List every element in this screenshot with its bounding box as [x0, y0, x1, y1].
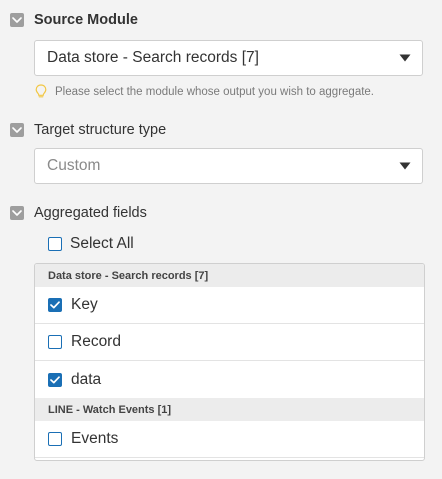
chevron-down-icon: [12, 17, 22, 23]
checkmark-icon: [50, 301, 60, 309]
field-label-data: data: [71, 370, 102, 388]
checkmark-icon: [50, 375, 60, 383]
source-module-value: Data store - Search records [7]: [47, 49, 259, 66]
select-all-checkbox[interactable]: [48, 237, 62, 251]
aggregated-fields-panel: Data store - Search records [7] Key Reco…: [34, 263, 425, 461]
target-structure-select[interactable]: Custom: [34, 148, 423, 184]
select-all-label: Select All: [70, 235, 134, 252]
field-checkbox-data[interactable]: [48, 372, 62, 387]
aggregated-fields-label: Aggregated fields: [34, 205, 147, 221]
field-group-header: Data store - Search records [7]: [35, 264, 424, 287]
select-all[interactable]: Select All: [48, 233, 134, 255]
source-module-header: Source Module: [10, 9, 138, 31]
caret-down-icon: [399, 54, 411, 62]
field-checkbox-record[interactable]: [48, 335, 62, 349]
field-row-events[interactable]: Events: [35, 421, 424, 458]
caret-down-icon: [399, 162, 411, 170]
source-module-hint: Please select the module whose output yo…: [35, 84, 374, 99]
source-module-collapse-toggle[interactable]: [10, 13, 24, 27]
field-row-record[interactable]: Record: [35, 324, 424, 361]
field-checkbox-key[interactable]: [48, 298, 62, 312]
field-row-key[interactable]: Key: [35, 287, 424, 324]
target-structure-value: Custom: [47, 157, 101, 174]
field-checkbox-events[interactable]: [48, 432, 62, 446]
chevron-down-icon: [12, 210, 22, 216]
hint-text: Please select the module whose output yo…: [55, 85, 375, 98]
target-structure-collapse-toggle[interactable]: [10, 123, 24, 137]
field-label-record: Record: [71, 333, 121, 350]
chevron-down-icon: [12, 127, 22, 133]
aggregated-fields-header: Aggregated fields: [10, 202, 147, 224]
field-label-events: Events: [71, 430, 119, 447]
field-row-data[interactable]: data: [35, 361, 424, 398]
target-structure-header: Target structure type: [10, 119, 166, 141]
target-structure-label: Target structure type: [34, 122, 167, 138]
field-group-header: LINE - Watch Events [1]: [35, 398, 424, 421]
aggregated-fields-collapse-toggle[interactable]: [10, 206, 24, 220]
field-label-key: Key: [71, 296, 98, 313]
lightbulb-icon: [35, 84, 47, 98]
source-module-label: Source Module: [34, 12, 138, 28]
source-module-select[interactable]: Data store - Search records [7]: [34, 40, 423, 76]
